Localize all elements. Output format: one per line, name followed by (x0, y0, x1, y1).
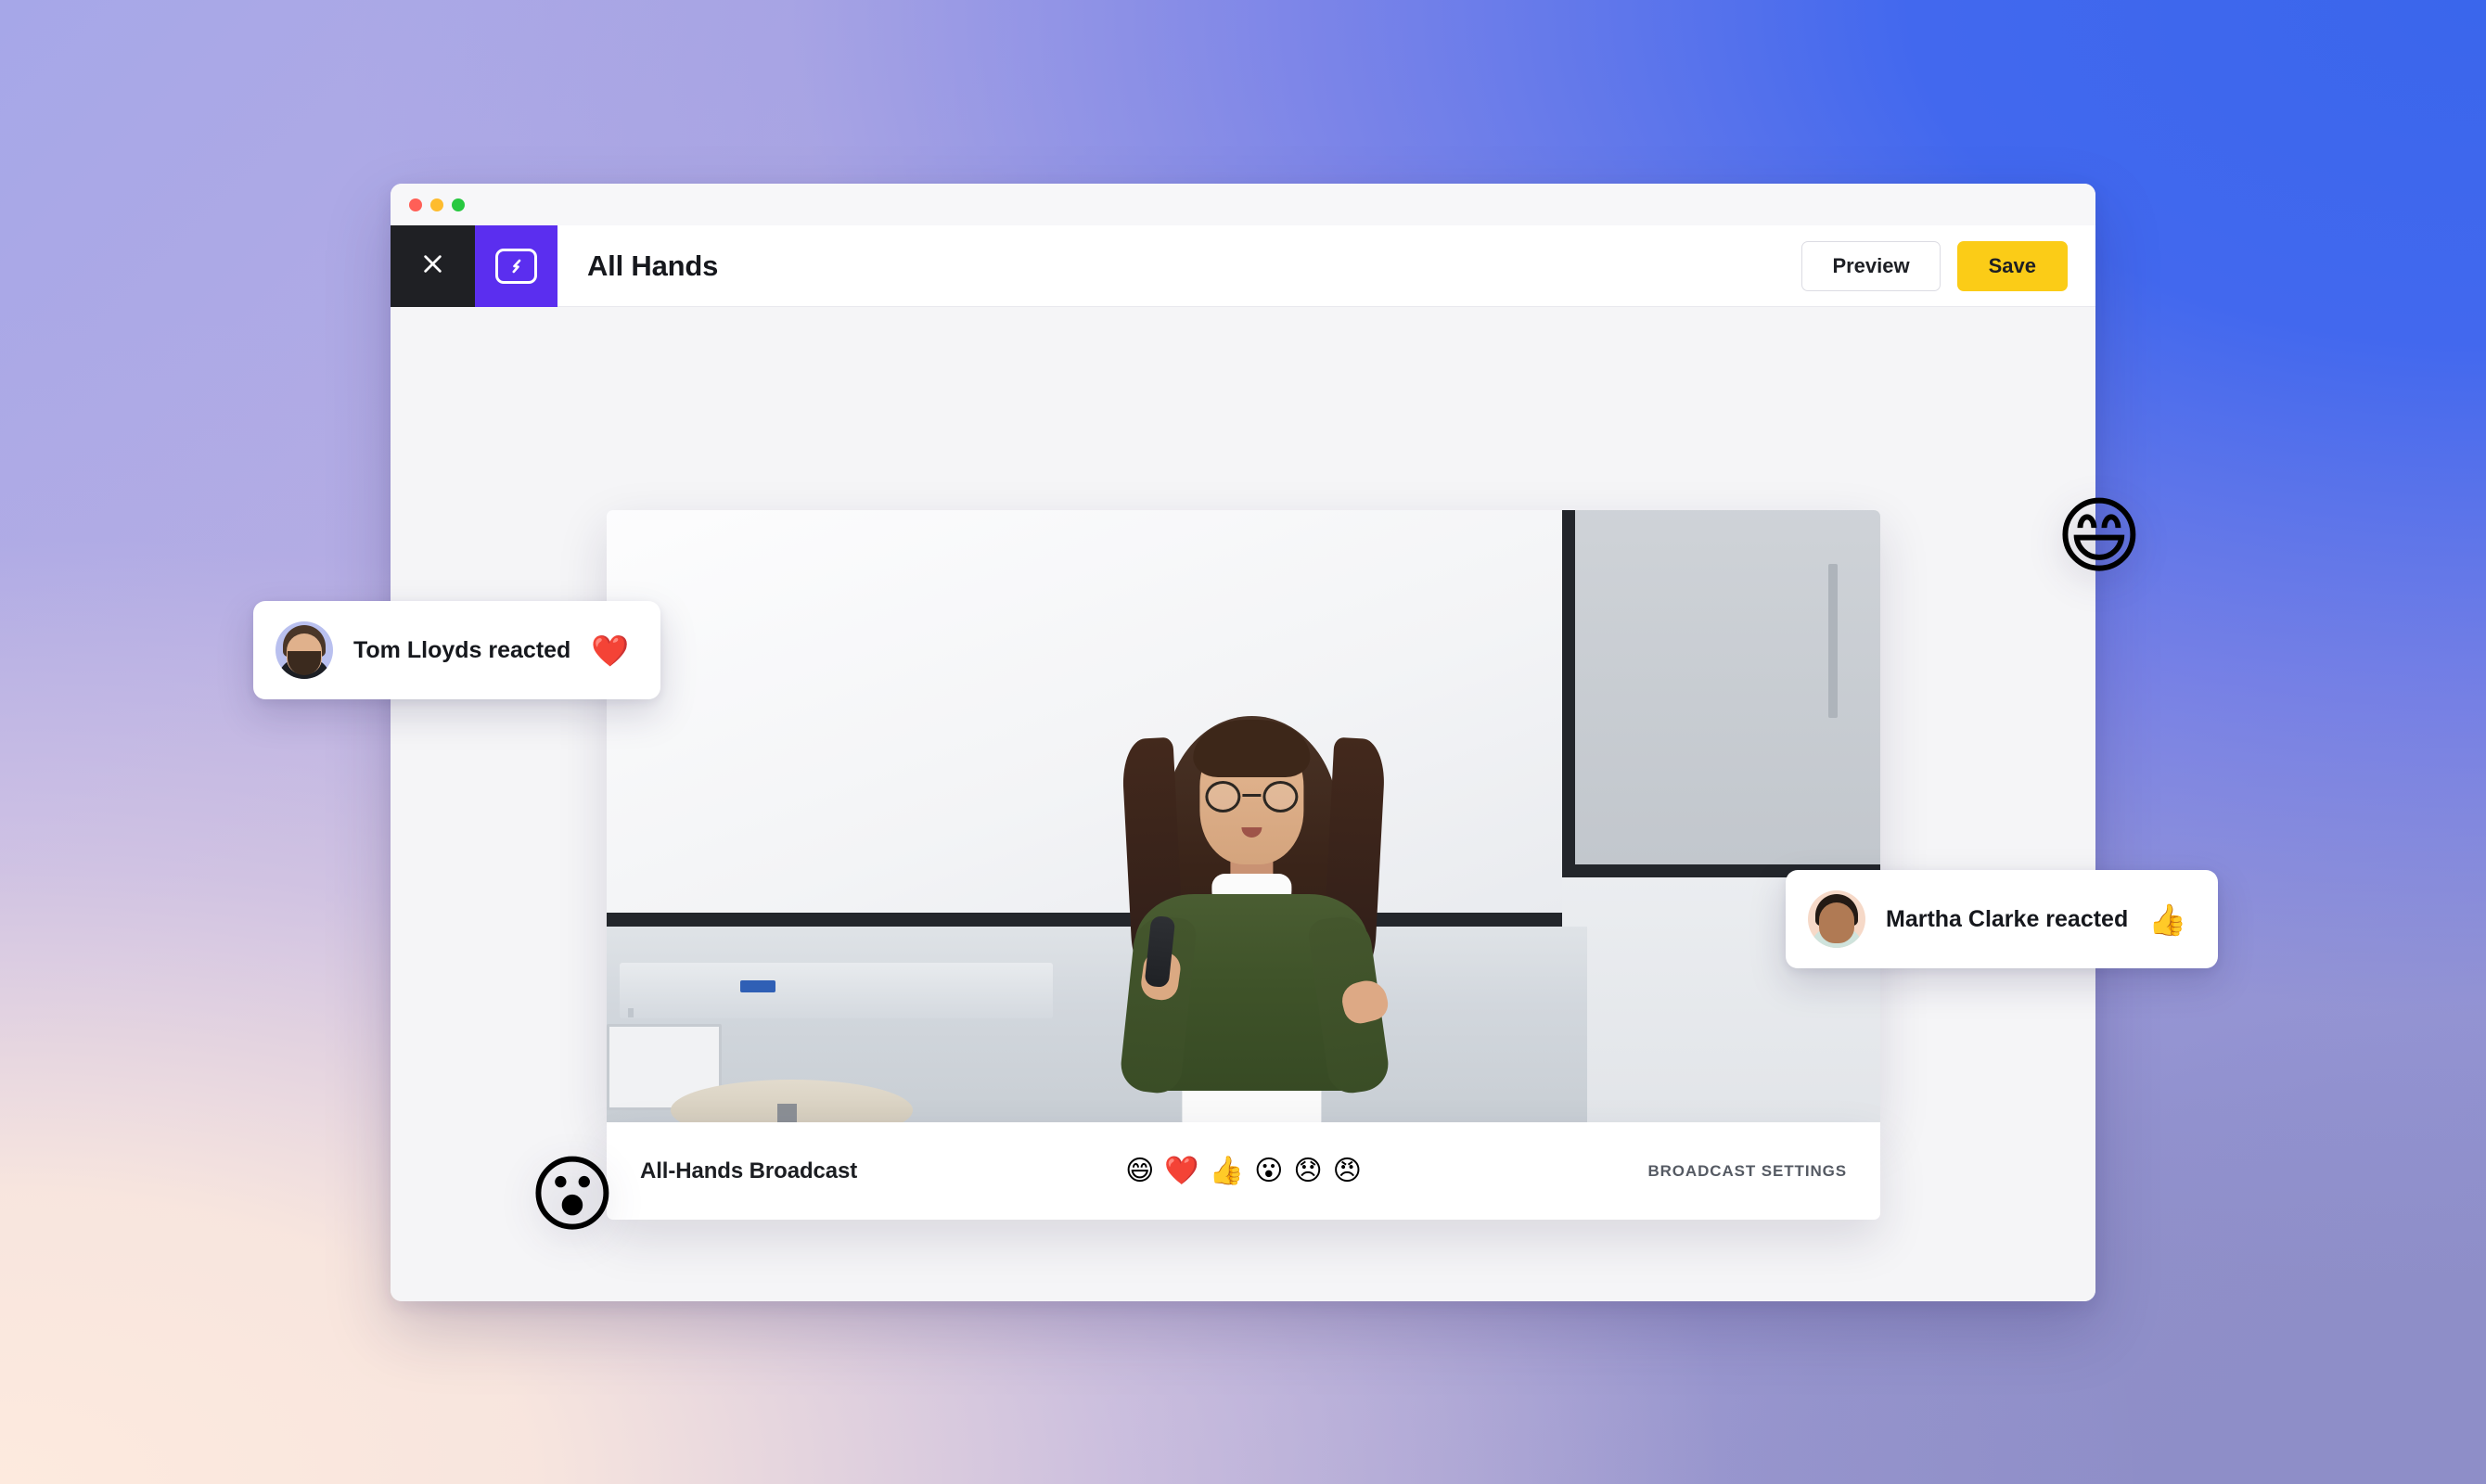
reaction-grinning-face-emoji[interactable]: 😄 (1125, 1157, 1154, 1185)
red-heart-emoji: ❤️ (591, 632, 630, 669)
reaction-thumbs-up-emoji[interactable]: 👍 (1210, 1157, 1244, 1185)
video-player[interactable] (607, 510, 1880, 1122)
save-button[interactable]: Save (1956, 240, 2068, 291)
thumbs-up-emoji: 👍 (2148, 901, 2187, 938)
reaction-toast-martha-clarke[interactable]: Martha Clarke reacted 👍 (1786, 870, 2219, 968)
side-whiteboard (1561, 510, 1880, 877)
window-titlebar (391, 184, 2095, 225)
toolbar-actions: Preview Save (1801, 240, 2068, 291)
broadcast-settings-link[interactable]: BROADCAST SETTINGS (1647, 1162, 1847, 1181)
window-close-light[interactable] (409, 198, 422, 211)
window-maximize-light[interactable] (452, 198, 465, 211)
editor-stage: All-Hands Broadcast 😄 ❤️ 👍 😮 😞 😠 BROADCA… (391, 307, 2095, 1301)
reaction-red-heart-emoji[interactable]: ❤️ (1164, 1157, 1198, 1185)
projection-screen (607, 510, 1562, 927)
close-editor-button[interactable] (391, 225, 475, 307)
avatar (276, 621, 333, 679)
window-minimize-light[interactable] (430, 198, 443, 211)
player-bottom-bar: All-Hands Broadcast 😄 ❤️ 👍 😮 😞 😠 BROADCA… (607, 1122, 1880, 1220)
preview-button[interactable]: Preview (1801, 240, 1941, 291)
page-title: All Hands (587, 249, 719, 282)
table-stem (776, 1104, 797, 1122)
reaction-angry-face-emoji[interactable]: 😠 (1333, 1157, 1362, 1185)
desk (619, 963, 1053, 1018)
reaction-disappointed-face-emoji[interactable]: 😞 (1293, 1157, 1322, 1185)
presenter (1118, 696, 1391, 1122)
traffic-lights (409, 198, 465, 211)
toast-message: Martha Clarke reacted (1886, 905, 2129, 932)
toast-message: Tom Lloyds reacted (353, 636, 571, 663)
floating-grinning-face-emoji: 😄 (2056, 488, 2143, 585)
broadcast-video (607, 510, 1880, 1122)
reaction-strip: 😄 ❤️ 👍 😮 😞 😠 (1125, 1157, 1362, 1185)
avatar (1808, 890, 1865, 948)
app-window: All Hands Preview Save All-Hands Broadca… (391, 184, 2095, 1301)
reaction-surprised-face-emoji[interactable]: 😮 (1254, 1157, 1283, 1185)
broadcast-title: All-Hands Broadcast (640, 1158, 858, 1183)
editor-toolbar: All Hands Preview Save (391, 225, 2095, 307)
floating-surprised-face-emoji: 😮 (529, 1146, 616, 1244)
toolbar-main: All Hands Preview Save (557, 225, 2095, 307)
lightning-screen-icon (495, 249, 537, 284)
brand-logo-button[interactable] (475, 225, 557, 307)
close-x-icon (420, 251, 445, 281)
reaction-toast-tom-lloyds[interactable]: Tom Lloyds reacted ❤️ (253, 601, 661, 699)
glasses-icon (1203, 781, 1300, 812)
